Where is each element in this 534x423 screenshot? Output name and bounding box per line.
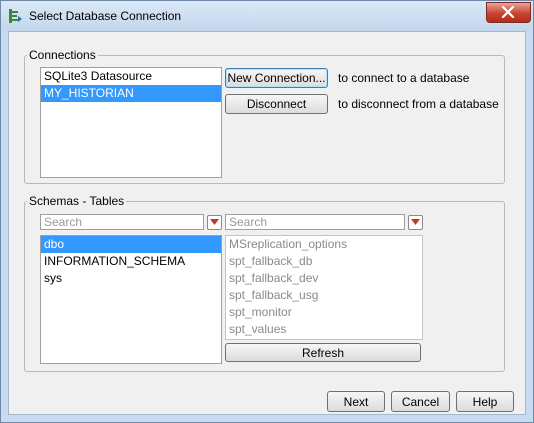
cancel-button[interactable]: Cancel [391,391,450,412]
new-connection-button[interactable]: New Connection... [225,68,328,88]
close-button[interactable] [486,2,531,23]
table-search-input[interactable] [225,214,405,230]
table-search-dropdown[interactable] [408,215,423,230]
connection-item-my-historian[interactable]: MY_HISTORIAN [41,85,221,102]
schemas-tables-legend: Schemas - Tables [29,194,125,208]
disconnect-description: to disconnect from a database [338,97,499,111]
connection-item-sqlite3[interactable]: SQLite3 Datasource [41,68,221,85]
table-item[interactable]: MSreplication_options [226,236,422,253]
table-item[interactable]: spt_monitor [226,304,422,321]
disconnect-button[interactable]: Disconnect [225,94,328,114]
window-title: Select Database Connection [29,9,182,23]
tables-list[interactable]: MSreplication_options spt_fallback_db sp… [225,235,423,340]
new-connection-description: to connect to a database [338,71,470,85]
schema-item-sys[interactable]: sys [41,270,221,287]
next-button[interactable]: Next [327,391,385,412]
schema-item-information-schema[interactable]: INFORMATION_SCHEMA [41,253,221,270]
chevron-down-icon [210,219,219,225]
chevron-down-icon [411,219,420,225]
table-item[interactable]: spt_fallback_usg [226,287,422,304]
refresh-button[interactable]: Refresh [225,343,421,362]
schemas-list[interactable]: dbo INFORMATION_SCHEMA sys [40,235,222,364]
schema-search-dropdown[interactable] [207,215,222,230]
table-item[interactable]: spt_fallback_db [226,253,422,270]
table-item[interactable]: spt_values [226,321,422,338]
table-item[interactable]: spt_fallback_dev [226,270,422,287]
connections-list[interactable]: SQLite3 Datasource MY_HISTORIAN [40,67,222,178]
schema-item-dbo[interactable]: dbo [41,236,221,253]
help-button[interactable]: Help [456,391,514,412]
connections-legend: Connections [29,48,96,62]
title-bar[interactable]: Select Database Connection [1,1,533,31]
schema-search-input[interactable] [40,214,204,230]
close-icon [501,6,515,18]
database-app-icon [7,8,23,24]
